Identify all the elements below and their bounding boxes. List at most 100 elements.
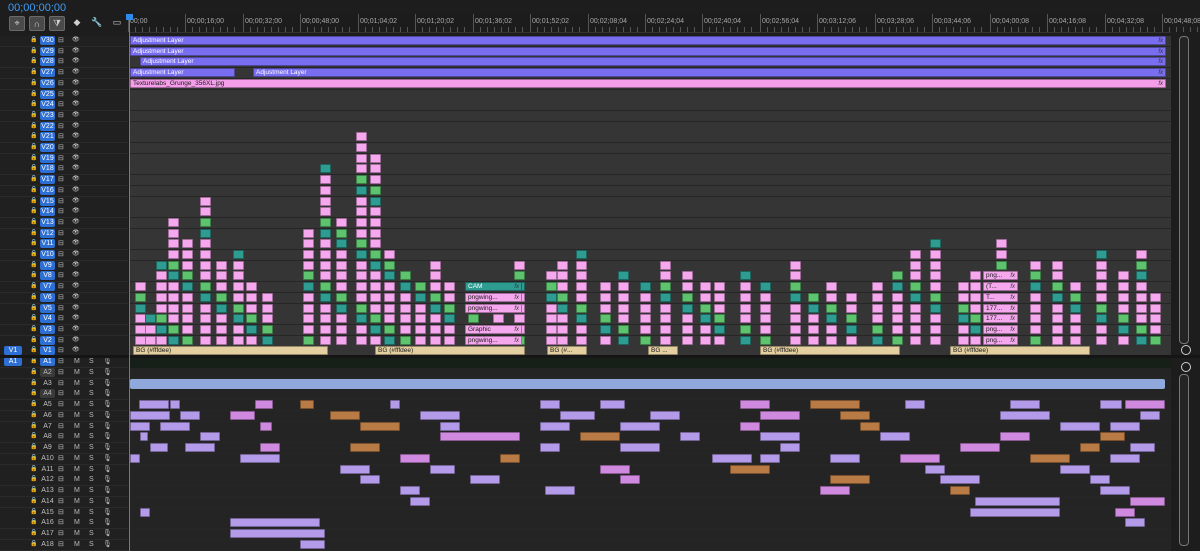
audio-clip[interactable]: [620, 422, 660, 431]
time-ruler[interactable]: 00;00 00;00;16;00 00;00;32;00 00;00;48;00 00…: [128, 14, 1200, 33]
video-clip[interactable]: [1052, 282, 1063, 291]
wrench-icon[interactable]: 🔧: [90, 16, 104, 29]
video-clip[interactable]: [910, 261, 921, 270]
video-clip[interactable]: [1150, 336, 1161, 345]
video-clip[interactable]: [910, 282, 921, 291]
video-clip[interactable]: [356, 197, 367, 206]
video-clip[interactable]: [262, 325, 273, 334]
video-clip[interactable]: [384, 271, 395, 280]
video-clip[interactable]: [216, 336, 227, 345]
video-clip[interactable]: [557, 282, 568, 291]
video-clip[interactable]: [384, 282, 395, 291]
video-clip[interactable]: [808, 336, 819, 345]
graphic-clip[interactable]: Graphic fx: [465, 325, 522, 334]
audio-clip[interactable]: [760, 411, 800, 420]
audio-clip[interactable]: [960, 443, 1000, 452]
sync-lock-icon[interactable]: ⊟: [58, 37, 64, 44]
video-lane-v10[interactable]: [129, 250, 1171, 261]
lock-icon[interactable]: 🔒: [30, 48, 37, 55]
eye-icon[interactable]: 👁: [72, 347, 80, 354]
mute-button[interactable]: M: [74, 368, 80, 377]
source-patch-v1[interactable]: V1: [4, 346, 22, 355]
sync-lock-icon[interactable]: ⊟: [58, 144, 64, 151]
voice-over-record-icon[interactable]: 🎙: [103, 357, 112, 366]
track-name-v11[interactable]: V11: [40, 239, 55, 248]
video-clip[interactable]: [356, 314, 367, 323]
video-clip[interactable]: [135, 282, 146, 291]
video-clip[interactable]: [356, 282, 367, 291]
video-clip[interactable]: [182, 325, 193, 334]
video-clip[interactable]: [356, 143, 367, 152]
video-clip[interactable]: [1030, 271, 1041, 280]
video-clip[interactable]: [1136, 314, 1147, 323]
video-clip[interactable]: [356, 325, 367, 334]
video-clip[interactable]: [356, 175, 367, 184]
track-name-a3[interactable]: A3: [40, 379, 55, 388]
sync-lock-icon[interactable]: ⊟: [58, 48, 64, 55]
audio-clip[interactable]: [440, 432, 520, 441]
video-clip[interactable]: [1136, 293, 1147, 302]
mute-button[interactable]: M: [74, 400, 80, 409]
eye-icon[interactable]: 👁: [72, 187, 80, 194]
eye-icon[interactable]: 👁: [72, 112, 80, 119]
audio-clip[interactable]: [760, 432, 800, 441]
video-clip[interactable]: [182, 271, 193, 280]
mute-button[interactable]: M: [74, 411, 80, 420]
video-clip[interactable]: [182, 250, 193, 259]
video-clip[interactable]: [790, 293, 801, 302]
sync-lock-icon[interactable]: ⊟: [58, 347, 64, 354]
lock-icon[interactable]: 🔒: [30, 262, 37, 269]
voice-over-record-icon[interactable]: 🎙: [103, 497, 112, 506]
lock-icon[interactable]: 🔒: [30, 155, 37, 162]
video-clip[interactable]: [576, 261, 587, 270]
lock-icon[interactable]: 🔒: [30, 444, 37, 451]
video-clip[interactable]: [700, 336, 711, 345]
video-clip[interactable]: [1030, 293, 1041, 302]
track-name-v10[interactable]: V10: [40, 250, 55, 259]
video-clip[interactable]: [740, 314, 751, 323]
audio-clip[interactable]: [740, 422, 760, 431]
video-clip[interactable]: [370, 282, 381, 291]
video-clip[interactable]: [514, 271, 525, 280]
video-clip[interactable]: [1118, 293, 1129, 302]
video-clip[interactable]: [682, 336, 693, 345]
audio-clip[interactable]: [620, 443, 660, 452]
eye-icon[interactable]: 👁: [72, 198, 80, 205]
video-clip[interactable]: [320, 282, 331, 291]
sync-lock-icon[interactable]: ⊟: [58, 315, 64, 322]
sync-lock-icon[interactable]: ⊟: [58, 112, 64, 119]
audio-clip[interactable]: [680, 432, 700, 441]
audio-clip[interactable]: [230, 518, 320, 527]
video-clip[interactable]: [996, 239, 1007, 248]
video-clip[interactable]: [156, 271, 167, 280]
video-clip[interactable]: [216, 325, 227, 334]
video-clip[interactable]: [1030, 304, 1041, 313]
video-clip[interactable]: [168, 282, 179, 291]
sync-lock-icon[interactable]: ⊟: [58, 165, 64, 172]
video-clip[interactable]: [576, 271, 587, 280]
video-clip[interactable]: [1096, 271, 1107, 280]
video-clip[interactable]: [370, 325, 381, 334]
video-clip[interactable]: [415, 336, 426, 345]
video-lane-v11[interactable]: [129, 239, 1171, 250]
adjustment-layer-clip[interactable]: Adjustment Layer fx: [130, 36, 1166, 45]
video-clip[interactable]: [618, 293, 629, 302]
video-clip[interactable]: [168, 304, 179, 313]
video-clip[interactable]: [356, 250, 367, 259]
track-name-a2[interactable]: A2: [40, 368, 55, 377]
video-clip[interactable]: [930, 239, 941, 248]
eye-icon[interactable]: 👁: [72, 101, 80, 108]
video-clip[interactable]: [320, 304, 331, 313]
video-clip[interactable]: [760, 325, 771, 334]
sync-lock-icon[interactable]: ⊟: [58, 530, 64, 537]
video-clip[interactable]: [168, 261, 179, 270]
sync-lock-icon[interactable]: ⊟: [58, 358, 64, 365]
video-clip[interactable]: [1136, 261, 1147, 270]
video-clip[interactable]: [970, 336, 981, 345]
audio-scroll-knob[interactable]: [1181, 362, 1191, 372]
track-name-v20[interactable]: V20: [40, 143, 55, 152]
video-clip[interactable]: [1150, 314, 1161, 323]
lock-icon[interactable]: 🔒: [30, 176, 37, 183]
video-clip[interactable]: [958, 336, 969, 345]
video-clip[interactable]: [430, 293, 441, 302]
